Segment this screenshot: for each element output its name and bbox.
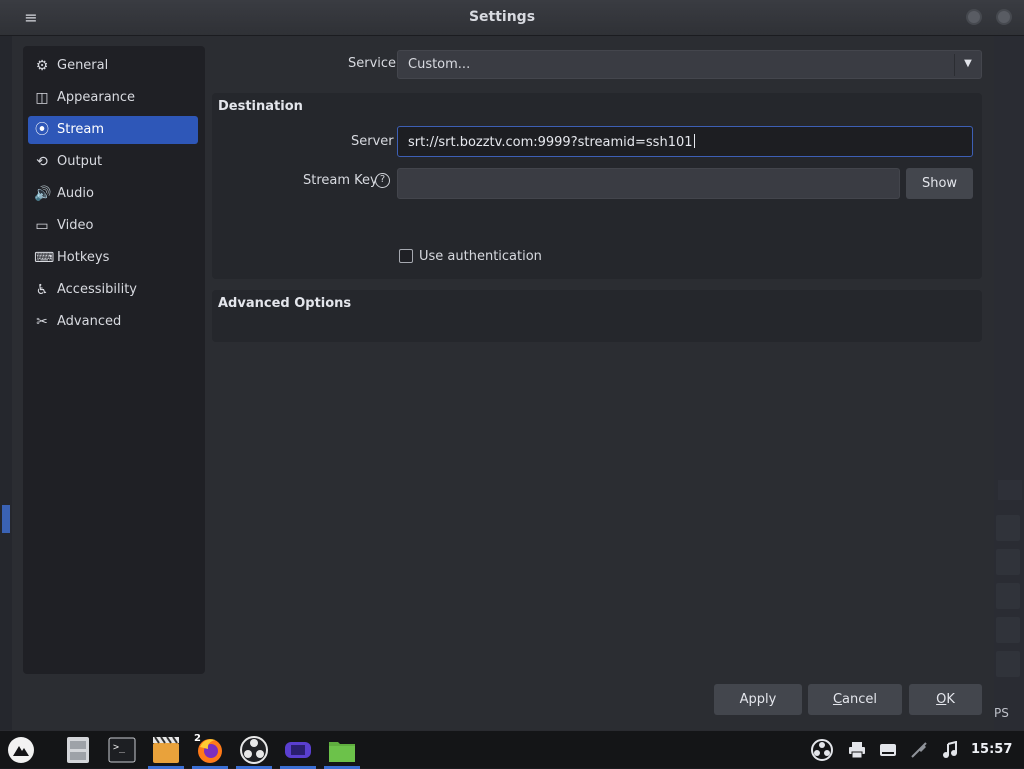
background-list-item: [996, 617, 1020, 643]
music-note-icon[interactable]: [941, 741, 959, 759]
sidebar-item-label: Advanced: [57, 314, 122, 329]
gear-icon: ⚙: [35, 58, 49, 74]
dropdown-separator: [954, 54, 955, 76]
sidebar-item-audio[interactable]: 🔊 Audio: [28, 180, 198, 208]
speaker-icon: 🔊: [34, 186, 52, 202]
sidebar-item-label: Video: [57, 218, 94, 233]
cancel-button[interactable]: Cancel: [808, 684, 902, 715]
terminal-icon[interactable]: >_: [107, 735, 137, 765]
server-input[interactable]: srt://srt.bozztv.com:9999?streamid=ssh10…: [397, 126, 973, 157]
background-list-item: [996, 549, 1020, 575]
title-bar: ≡ Settings: [0, 0, 1024, 36]
keyboard-icon: ⌨: [34, 250, 55, 266]
obs-tray-icon[interactable]: [810, 738, 834, 762]
video-editor-icon[interactable]: [151, 735, 181, 765]
advanced-options-group: Advanced Options: [212, 290, 982, 342]
folder-icon[interactable]: [327, 735, 357, 765]
stream-key-input[interactable]: [397, 168, 900, 199]
destination-title: Destination: [218, 99, 303, 114]
background-list-item: [996, 515, 1020, 541]
sidebar-item-label: Hotkeys: [57, 250, 110, 265]
tools-icon: ✂: [36, 314, 48, 330]
obs-icon[interactable]: [239, 735, 269, 765]
cancel-label: ancel: [842, 692, 878, 707]
close-button[interactable]: [996, 9, 1012, 25]
ok-mnemonic: O: [936, 692, 947, 707]
sidebar-item-output[interactable]: ⟲ Output: [28, 148, 198, 176]
sidebar-item-label: Output: [57, 154, 103, 169]
background-label: PS: [994, 706, 1009, 720]
chevron-down-icon[interactable]: ▼: [961, 56, 975, 72]
server-label: Server: [351, 134, 394, 149]
sidebar-item-label: Audio: [57, 186, 94, 201]
settings-sidebar: ⚙ General ◫ Appearance ⦿ Stream ⟲ Output 🔊 Audio ▭…: [23, 46, 205, 674]
sidebar-item-label: Accessibility: [57, 282, 137, 297]
background-dock-button: [998, 480, 1022, 500]
minimize-button[interactable]: [966, 9, 982, 25]
server-value: srt://srt.bozztv.com:9999?streamid=ssh10…: [408, 135, 693, 150]
help-icon[interactable]: ?: [375, 173, 390, 188]
show-key-button[interactable]: Show: [906, 168, 973, 199]
output-icon: ⟲: [36, 154, 48, 170]
apply-button[interactable]: Apply: [714, 684, 802, 715]
background-list-item: [996, 583, 1020, 609]
accessibility-icon: ♿: [35, 282, 49, 298]
stream-key-label: Stream Key: [303, 173, 378, 188]
sidebar-item-general[interactable]: ⚙ General: [28, 52, 198, 80]
printer-icon[interactable]: [848, 741, 866, 759]
sidebar-item-label: Stream: [57, 122, 105, 137]
cancel-mnemonic: C: [832, 692, 843, 707]
network-disconnected-icon[interactable]: [910, 741, 928, 759]
advanced-options-title[interactable]: Advanced Options: [218, 296, 351, 311]
text-cursor: [693, 134, 695, 148]
sidebar-item-advanced[interactable]: ✂ Advanced: [28, 308, 198, 336]
clock[interactable]: 15:57: [971, 742, 1012, 757]
service-label: Service: [348, 56, 397, 71]
app-launcher-icon[interactable]: [6, 735, 36, 765]
file-cabinet-icon[interactable]: [63, 735, 93, 765]
service-value: Custom...: [408, 57, 471, 72]
appearance-icon: ◫: [35, 90, 49, 106]
sidebar-item-video[interactable]: ▭ Video: [28, 212, 198, 240]
sidebar-item-label: General: [57, 58, 109, 73]
sidebar-item-hotkeys[interactable]: ⌨ Hotkeys: [28, 244, 198, 272]
emulator-icon[interactable]: [283, 735, 313, 765]
window-title: Settings: [468, 9, 536, 25]
settings-dialog: ⚙ General ◫ Appearance ⦿ Stream ⟲ Output 🔊 Audio ▭…: [12, 36, 994, 730]
ok-button[interactable]: OK: [909, 684, 982, 715]
sidebar-item-stream[interactable]: ⦿ Stream: [28, 116, 198, 144]
svg-text:>_: >_: [113, 742, 126, 753]
use-authentication-checkbox[interactable]: [399, 249, 413, 263]
background-left-strip: [0, 0, 12, 730]
taskbar: >_ 2 15:57: [0, 730, 1024, 769]
keyboard-tray-icon[interactable]: [879, 741, 897, 759]
sidebar-item-label: Appearance: [57, 90, 136, 105]
background-right-strip: [994, 0, 1024, 730]
use-authentication-label[interactable]: Use authentication: [419, 249, 542, 264]
sidebar-item-appearance[interactable]: ◫ Appearance: [28, 84, 198, 112]
background-list-item: [996, 651, 1020, 677]
background-left-accent: [2, 505, 10, 533]
service-dropdown[interactable]: Custom... ▼: [397, 50, 982, 79]
sidebar-item-accessibility[interactable]: ♿ Accessibility: [28, 276, 198, 304]
antenna-icon: ⦿: [35, 122, 49, 138]
ok-label: K: [946, 692, 955, 707]
monitor-icon: ▭: [35, 218, 49, 234]
firefox-window-count-badge: 2: [194, 733, 201, 744]
